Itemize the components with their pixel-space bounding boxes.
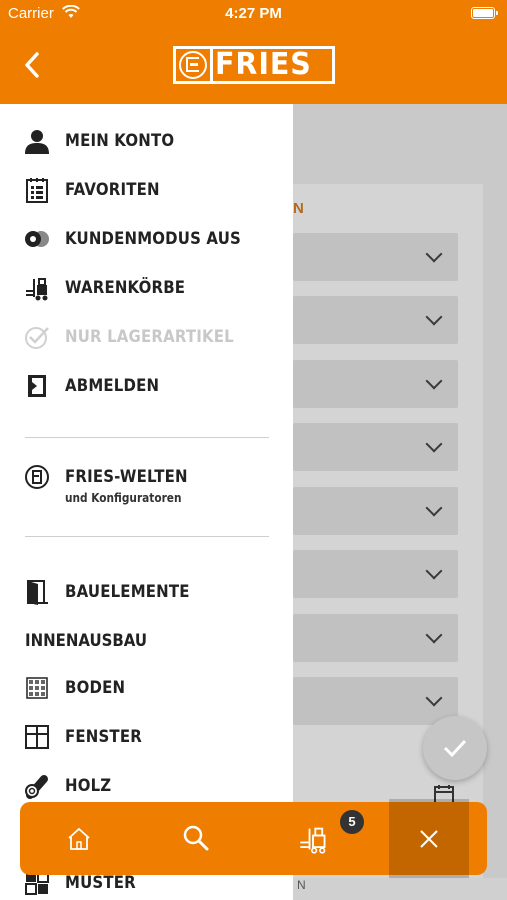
menu-item-label: NUR LAGERARTIKEL [65,327,234,347]
user-icon [25,130,49,154]
background-footer-label: N [297,878,306,892]
chevron-down-icon [425,562,443,580]
door-icon [27,580,48,605]
search-icon [183,825,209,851]
app-header: FRIES [0,27,507,104]
background-dropdown-row[interactable] [293,487,458,535]
menu-item-carts[interactable]: WARENKÖRBE [0,265,293,309]
background-dropdown-row[interactable] [293,296,458,344]
chevron-down-icon [425,308,443,326]
chevron-down-icon [425,372,443,390]
menu-item-label: KUNDENMODUS AUS [65,229,241,249]
home-icon [68,827,90,850]
background-dropdown-row[interactable] [293,550,458,598]
menu-item-wood[interactable]: HOLZ [0,763,293,807]
fries-logo-icon [25,465,49,489]
logout-door-icon [28,375,46,397]
menu-item-building-elements[interactable]: BAUELEMENTE [0,569,293,613]
close-icon [420,830,438,848]
back-chevron-icon[interactable] [18,50,48,80]
confirm-fab-button[interactable] [423,716,487,780]
background-dropdown-row[interactable] [293,233,458,281]
chevron-down-icon [425,245,443,263]
background-dropdown-row[interactable] [293,677,458,725]
menu-item-logout[interactable]: ABMELDEN [0,363,293,407]
home-tab-button[interactable] [40,802,120,875]
chevron-down-icon [425,435,443,453]
menu-item-label: MUSTER [65,873,136,893]
menu-item-label: FENSTER [65,727,142,747]
forklift-icon [300,827,326,854]
search-tab-button[interactable] [160,802,240,875]
wood-log-icon [25,775,48,799]
menu-item-customer-mode[interactable]: KUNDENMODUS AUS [0,216,293,260]
background-dropdown-row[interactable] [293,360,458,408]
bottom-tab-bar: 5 [20,799,487,878]
fries-logo-mark-icon [179,51,207,79]
menu-item-label: WARENKÖRBE [65,278,186,298]
background-footer: N [293,878,507,900]
close-drawer-button[interactable] [389,799,469,878]
check-circle-icon [25,327,49,349]
menu-divider [25,437,269,438]
menu-item-label: BAUELEMENTE [65,582,190,602]
menu-item-stock-only[interactable]: NUR LAGERARTIKEL [0,314,293,358]
menu-section-title: INNENAUSBAU [25,631,148,651]
menu-item-label: MEIN KONTO [65,131,175,151]
background-dropdown-row[interactable] [293,614,458,662]
notepad-list-icon [26,178,48,203]
background-page: N N [293,104,507,900]
toggle-circles-icon [25,231,49,247]
menu-item-label: HOLZ [65,776,112,796]
menu-item-window[interactable]: FENSTER [0,714,293,758]
chevron-down-icon [425,499,443,517]
checkmark-icon [443,739,467,758]
window-icon [25,725,49,749]
clock: 4:27 PM [225,5,282,22]
fries-logo-text: FRIES [215,47,312,82]
menu-item-favorites[interactable]: FAVORITEN [0,167,293,211]
background-section-title: N [293,200,304,217]
background-dropdown-row[interactable] [293,423,458,471]
menu-divider [25,536,269,537]
cart-count-badge: 5 [340,810,364,834]
chevron-down-icon [425,626,443,644]
menu-item-label: ABMELDEN [65,376,160,396]
status-bar: Carrier 4:27 PM [0,0,507,27]
fries-logo: FRIES [173,46,335,84]
floor-tiles-icon [26,677,48,699]
battery-icon [471,7,498,19]
navigation-drawer: MEIN KONTO FAVORITEN KUNDENMODUS AUS WAR… [0,104,293,900]
menu-item-label: FAVORITEN [65,180,160,200]
menu-item-account[interactable]: MEIN KONTO [0,118,293,162]
chevron-down-icon [425,689,443,707]
menu-item-floor[interactable]: BODEN [0,665,293,709]
forklift-icon [26,278,48,301]
menu-item-label: FRIES-WELTEN [65,467,188,487]
menu-item-label: BODEN [65,678,126,698]
menu-item-subtitle: und Konfiguratoren [65,491,182,505]
